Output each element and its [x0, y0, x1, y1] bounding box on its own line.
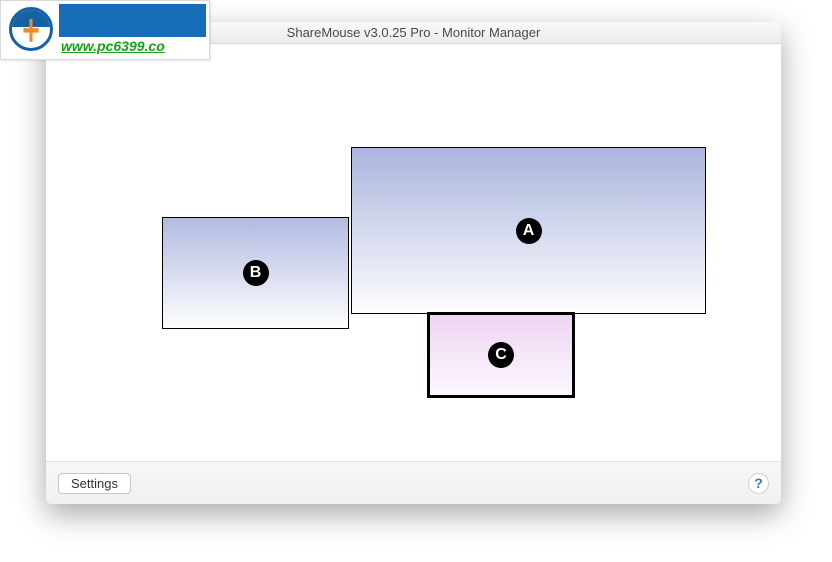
monitor-a-label: A [516, 218, 542, 244]
watermark-top [1, 1, 209, 37]
window-bottombar: Settings ? [46, 462, 781, 504]
monitor-a[interactable]: A [351, 147, 706, 314]
watermark-overlay: www.pc6399.co [0, 0, 210, 60]
monitor-c-label: C [488, 342, 514, 368]
window-title: ShareMouse v3.0.25 Pro - Monitor Manager [287, 25, 541, 40]
watermark-blue-bar [59, 4, 206, 37]
monitor-c[interactable]: C [427, 312, 575, 398]
monitor-layout-area[interactable]: A B C [46, 44, 781, 462]
help-button[interactable]: ? [748, 473, 769, 494]
help-icon: ? [754, 475, 763, 491]
watermark-logo-icon [1, 1, 61, 56]
monitor-manager-window: ShareMouse v3.0.25 Pro - Monitor Manager… [46, 22, 781, 504]
settings-button[interactable]: Settings [58, 473, 131, 494]
monitor-b-label: B [243, 260, 269, 286]
monitor-b[interactable]: B [162, 217, 349, 329]
